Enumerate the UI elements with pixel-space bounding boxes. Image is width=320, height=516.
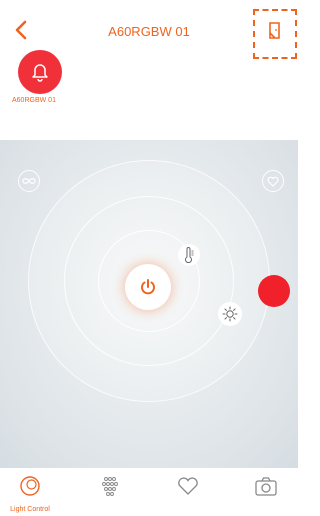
door-button[interactable] [253, 9, 297, 59]
bell-icon [32, 64, 48, 82]
tab-scenes[interactable] [80, 468, 140, 516]
tab-camera[interactable] [236, 468, 296, 516]
infinity-icon[interactable] [18, 170, 40, 192]
color-marker[interactable] [258, 275, 290, 307]
heart-icon[interactable] [262, 170, 284, 192]
heart-icon [178, 477, 198, 495]
temperature-button[interactable] [178, 244, 200, 266]
tab-light-control[interactable]: Light Control [0, 468, 60, 516]
tab-favorites[interactable] [158, 468, 218, 516]
power-button[interactable] [125, 264, 171, 310]
door-icon [269, 22, 280, 39]
thermometer-icon [185, 247, 194, 263]
header-bar: A60RGBW 01 [0, 0, 298, 59]
light-control-icon [20, 476, 40, 496]
device-label: A60RGBW 01 [12, 97, 56, 104]
brightness-button[interactable] [218, 302, 242, 326]
tab-label: Light Control [10, 506, 50, 513]
light-control-area [0, 140, 298, 468]
power-icon [141, 279, 155, 295]
scenes-dots-icon [102, 477, 118, 496]
brightness-icon [222, 306, 238, 322]
camera-icon [255, 477, 277, 496]
device-avatar[interactable] [18, 50, 62, 94]
bottom-tab-bar: Light Control [0, 468, 298, 516]
